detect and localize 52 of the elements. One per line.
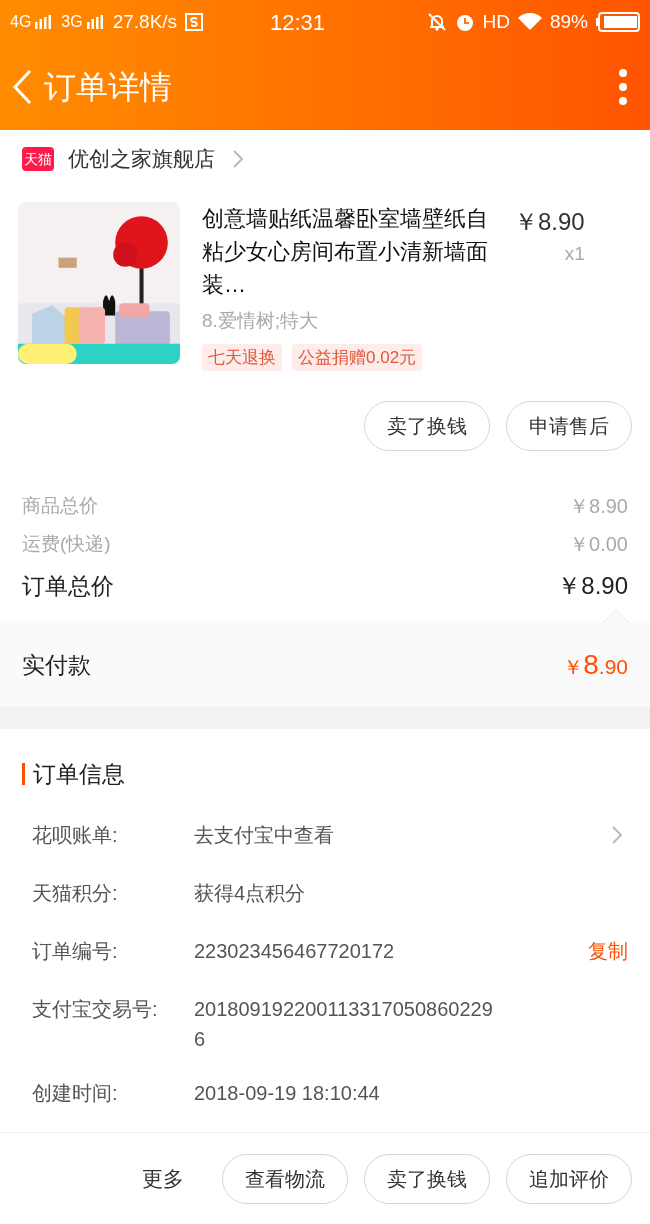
action-button[interactable]: 卖了换钱: [364, 401, 490, 451]
hd-label: HD: [482, 9, 510, 34]
signal-icon: [35, 15, 52, 29]
info-label: 创建时间:: [32, 1080, 119, 1106]
chevron-icon: [233, 150, 243, 168]
info-label: 天猫积分:: [32, 880, 119, 906]
action-button[interactable]: 申请售后: [506, 401, 632, 451]
section-marker: [22, 763, 25, 786]
paid-amount: ￥8.90: [563, 648, 628, 682]
paid-label: 实付款: [22, 650, 91, 680]
info-value[interactable]: 去支付宝中查看: [194, 819, 494, 850]
chevron-icon: [612, 825, 622, 844]
alarm-icon: [454, 12, 475, 32]
action-button[interactable]: 卖了换钱: [364, 1153, 490, 1204]
battery-icon: [596, 12, 640, 32]
info-label: 订单编号:: [32, 938, 119, 964]
info-value: 223023456467720172: [194, 938, 396, 964]
product-quantity: x1: [564, 242, 585, 266]
price-label: 订单总价: [22, 571, 114, 601]
action-button[interactable]: 查看物流: [222, 1153, 348, 1204]
product-price: ￥8.90: [514, 207, 585, 237]
service-tag: 七天退换: [202, 343, 282, 371]
network-label: 3G: [61, 12, 83, 32]
store-badge: 天猫: [22, 147, 54, 171]
network-speed: 27.8K/s: [112, 9, 178, 34]
battery-percent: 89%: [549, 9, 588, 34]
price-label: 运费(快递): [22, 531, 111, 556]
section-title: 订单信息: [33, 760, 125, 789]
wifi-icon: [517, 13, 542, 31]
price-value: ￥8.90: [569, 494, 628, 519]
clock: 12:31: [270, 8, 327, 37]
price-label: 商品总价: [22, 493, 98, 518]
app-notification-icon: [185, 13, 204, 31]
price-value: ￥0.00: [569, 532, 628, 557]
product-title[interactable]: 创意墙贴纸温馨卧室墙壁纸自粘少女心房间布置小清新墙面装…: [202, 202, 502, 301]
more-link[interactable]: 更多: [142, 1162, 184, 1195]
service-tag: 公益捐赠0.02元: [292, 343, 423, 371]
signal-icon: [86, 15, 103, 29]
price-value: ￥8.90: [557, 571, 628, 601]
info-value: 2018-09-19 18:10:44: [194, 1080, 381, 1106]
product-variant: 8.爱情树;特大: [202, 309, 320, 333]
action-button[interactable]: 追加评价: [506, 1153, 632, 1204]
store-name[interactable]: 优创之家旗舰店: [68, 143, 215, 175]
info-value: 获得4点积分: [194, 880, 307, 906]
mute-icon: [426, 12, 447, 32]
page-title: 订单详情: [44, 68, 173, 107]
back-icon[interactable]: [12, 69, 32, 105]
more-icon[interactable]: [618, 69, 628, 105]
info-label: 花呗账单:: [32, 822, 119, 848]
info-value: 2018091922001133170508602296: [194, 996, 494, 1052]
info-label: 支付宝交易号:: [32, 996, 159, 1022]
network-label: 4G: [10, 12, 32, 32]
